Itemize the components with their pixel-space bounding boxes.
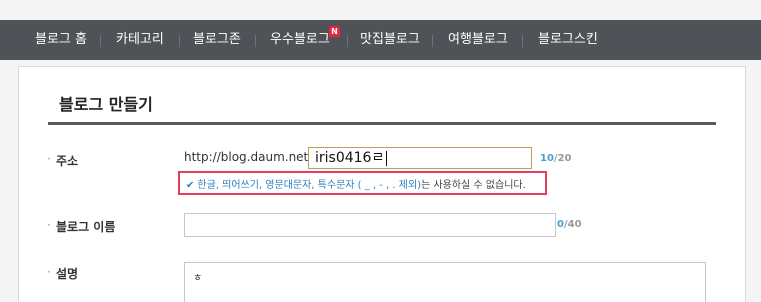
top-navigation: 블로그 홈 카테고리 블로그존 우수블로그 N 맛집블로그 여행블로그 블로그스… bbox=[0, 20, 761, 60]
blog-name-label: 블로그 이름 bbox=[47, 218, 115, 235]
address-input-value: iris0416ㄹ bbox=[315, 150, 385, 166]
address-char-counter: 10/20 bbox=[540, 153, 572, 164]
nav-separator bbox=[522, 35, 523, 47]
address-notice-highlight: ✔ 한글, 띄어쓰기, 영문대문자, 특수문자 ( _ , - , . 제외)는 … bbox=[178, 171, 547, 195]
nav-item-blog-zone[interactable]: 블로그존 bbox=[193, 20, 241, 60]
nav-separator bbox=[347, 35, 348, 47]
blog-create-panel: 블로그 만들기 주소 http://blog.daum.net/ iris041… bbox=[18, 66, 746, 302]
address-input[interactable]: iris0416ㄹ bbox=[308, 147, 532, 169]
nav-item-blog-skin[interactable]: 블로그스킨 bbox=[538, 20, 598, 60]
description-label: 설명 bbox=[47, 265, 78, 282]
blog-name-count-max: /40 bbox=[563, 219, 582, 230]
page-title: 블로그 만들기 bbox=[59, 95, 153, 114]
nav-item-blog-home[interactable]: 블로그 홈 bbox=[35, 20, 87, 60]
page-scrollbar[interactable] bbox=[746, 60, 761, 302]
nav-separator bbox=[100, 35, 101, 47]
address-count-current: 10 bbox=[540, 153, 554, 164]
blog-name-char-counter: 0/40 bbox=[557, 219, 582, 230]
check-icon: ✔ bbox=[186, 180, 195, 191]
address-count-max: /20 bbox=[553, 153, 572, 164]
title-divider bbox=[48, 122, 716, 125]
nav-item-food-blog[interactable]: 맛집블로그 bbox=[360, 20, 420, 60]
text-caret bbox=[386, 150, 388, 166]
notice-highlight-text: 한글, 띄어쓰기, 영문대문자, 특수문자 ( _ , - , . 제외) bbox=[197, 180, 422, 191]
nav-item-category[interactable]: 카테고리 bbox=[116, 20, 164, 60]
address-prefix: http://blog.daum.net/ bbox=[184, 150, 313, 164]
blog-name-input[interactable] bbox=[184, 213, 556, 237]
blog-name-count-current: 0 bbox=[557, 219, 564, 230]
description-textarea[interactable]: ㅎ bbox=[184, 262, 706, 302]
nav-separator bbox=[255, 35, 256, 47]
address-label: 주소 bbox=[47, 152, 78, 169]
nav-separator bbox=[432, 35, 433, 47]
notice-rest-text: 는 사용하실 수 없습니다. bbox=[421, 180, 526, 191]
address-notice: ✔ 한글, 띄어쓰기, 영문대문자, 특수문자 ( _ , - , . 제외)는 … bbox=[186, 176, 526, 191]
new-badge: N bbox=[329, 26, 340, 37]
nav-item-travel-blog[interactable]: 여행블로그 bbox=[448, 20, 508, 60]
nav-item-best-blog[interactable]: 우수블로그 bbox=[270, 20, 330, 60]
nav-separator bbox=[179, 35, 180, 47]
